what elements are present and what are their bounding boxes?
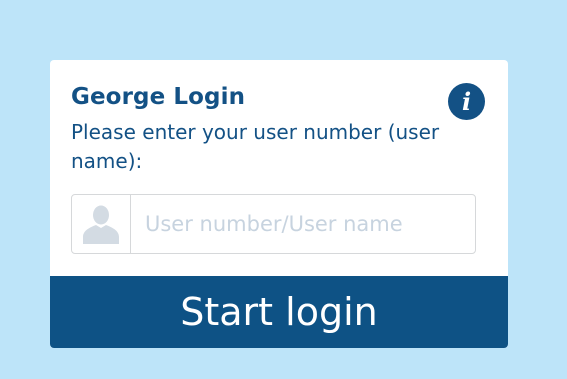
info-icon[interactable]: i (448, 83, 485, 120)
user-number-field (71, 194, 476, 254)
login-card: George Login Please enter your user numb… (50, 60, 508, 348)
login-title: George Login (71, 84, 246, 110)
user-silhouette-icon (72, 195, 131, 253)
login-instructions: Please enter your user number (user name… (71, 120, 440, 173)
user-number-input[interactable] (131, 195, 475, 253)
start-login-button[interactable]: Start login (50, 276, 508, 348)
